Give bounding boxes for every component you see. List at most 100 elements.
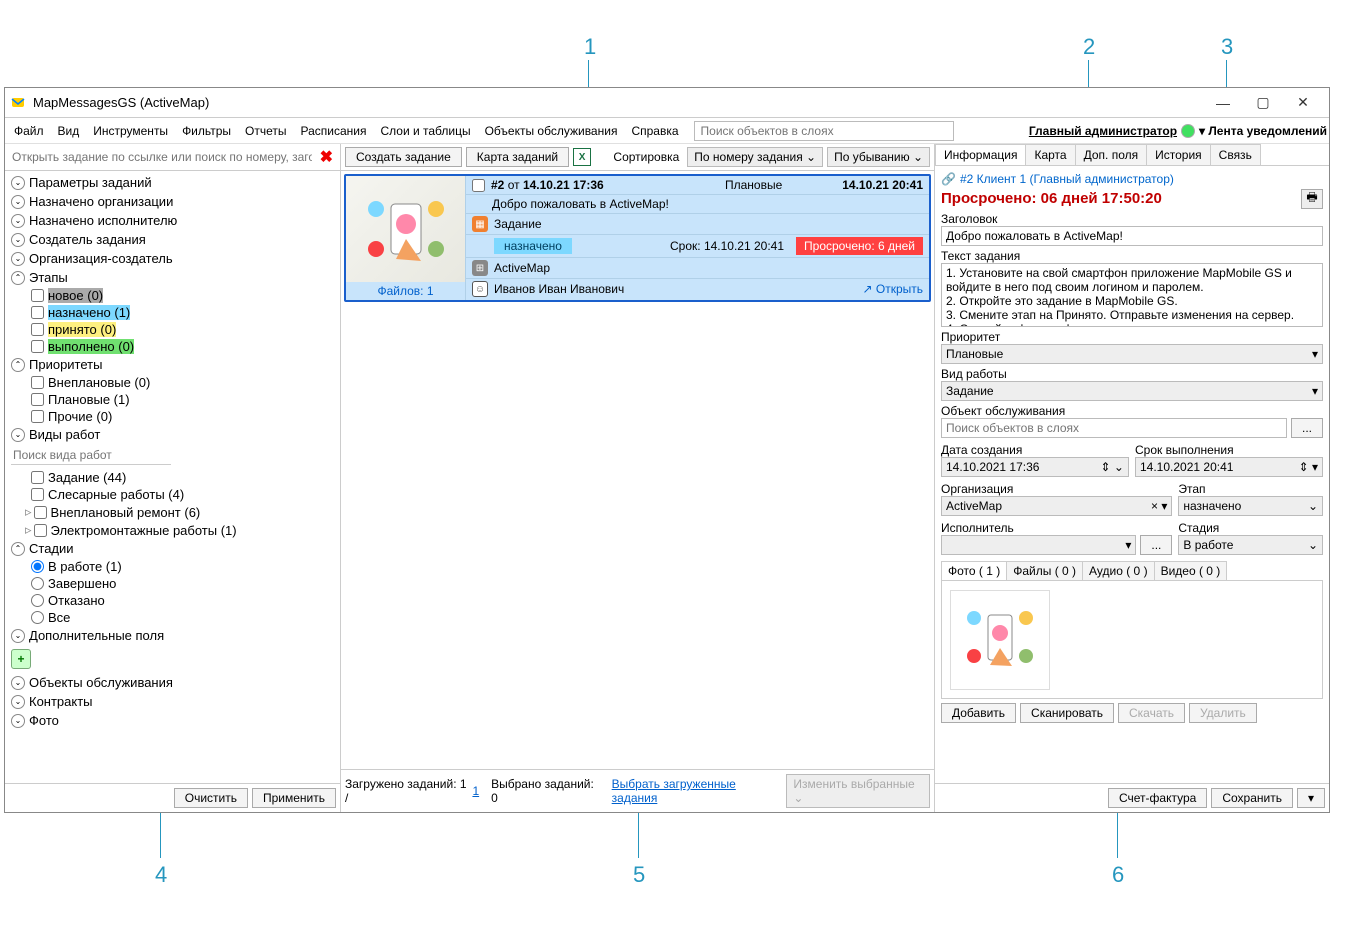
apply-filters-button[interactable]: Применить (252, 788, 336, 808)
save-dropdown-button[interactable]: ▾ (1297, 788, 1325, 808)
close-button[interactable]: ✕ (1283, 92, 1323, 114)
callout-3: 3 (1221, 34, 1233, 60)
state-working[interactable]: В работе (1) (5, 558, 340, 575)
state-rejected[interactable]: Отказано (5, 592, 340, 609)
minimize-button[interactable]: — (1203, 92, 1243, 114)
stage-assigned[interactable]: назначено (1) (5, 304, 340, 321)
org-dropdown[interactable]: ActiveMap× ▾ (941, 496, 1172, 516)
filter-creator-org[interactable]: ⌄Организация-создатель (5, 249, 340, 268)
save-button[interactable]: Сохранить (1211, 788, 1293, 808)
media-tab-photo[interactable]: Фото ( 1 ) (941, 561, 1007, 580)
filter-service-objects[interactable]: ⌄Объекты обслуживания (5, 673, 340, 692)
stage-dropdown[interactable]: назначено⌄ (1178, 496, 1323, 516)
menu-filters[interactable]: Фильтры (175, 122, 238, 140)
filter-extra-fields[interactable]: ⌄Дополнительные поля (5, 626, 340, 645)
invoice-button[interactable]: Счет-фактура (1108, 788, 1207, 808)
created-field[interactable]: 14.10.2021 17:36⇕ ⌄ (941, 457, 1129, 477)
chevron-up-icon: ⌃ (11, 271, 25, 285)
sort-by-dropdown[interactable]: По номеру задания ⌄ (687, 147, 823, 167)
executor-dropdown[interactable]: ▾ (941, 535, 1136, 555)
priority-dropdown[interactable]: Плановые▾ (941, 344, 1323, 364)
details-panel: Информация Карта Доп. поля История Связь… (935, 144, 1329, 812)
task-map-button[interactable]: Карта заданий (466, 147, 569, 167)
media-area (941, 581, 1323, 699)
menu-help[interactable]: Справка (624, 122, 685, 140)
title-field[interactable] (941, 226, 1323, 246)
stage-new[interactable]: новое (0) (5, 287, 340, 304)
clear-filters-button[interactable]: Очистить (174, 788, 248, 808)
state-finished[interactable]: Завершено (5, 575, 340, 592)
menu-layers[interactable]: Слои и таблицы (373, 122, 477, 140)
work-unplanned-repair[interactable]: ▹Внеплановый ремонт (6) (5, 503, 340, 521)
work-electro[interactable]: ▹Электромонтажные работы (1) (5, 521, 340, 539)
task-link[interactable]: 🔗#2 Клиент 1 (Главный администратор) (941, 170, 1323, 188)
scan-button[interactable]: Сканировать (1020, 703, 1114, 723)
status-indicator-icon (1181, 124, 1195, 138)
tab-extra[interactable]: Доп. поля (1075, 144, 1148, 165)
filter-states[interactable]: ⌃Стадии (5, 539, 340, 558)
delete-button[interactable]: Удалить (1189, 703, 1257, 723)
filter-assigned-org[interactable]: ⌄Назначено организации (5, 192, 340, 211)
menu-service-objects[interactable]: Объекты обслуживания (478, 122, 625, 140)
maximize-button[interactable]: ▢ (1243, 92, 1283, 114)
stage-accepted[interactable]: принято (0) (5, 321, 340, 338)
due-field[interactable]: 14.10.2021 20:41⇕ ▾ (1135, 457, 1323, 477)
filter-work-types[interactable]: ⌄Виды работ (5, 425, 340, 444)
work-plumbing[interactable]: Слесарные работы (4) (5, 486, 340, 503)
callout-6: 6 (1112, 862, 1124, 888)
type-icon: ▦ (472, 216, 488, 232)
tab-link[interactable]: Связь (1210, 144, 1261, 165)
filter-photo[interactable]: ⌄Фото (5, 711, 340, 730)
menu-schedules[interactable]: Расписания (293, 122, 373, 140)
photo-thumbnail[interactable] (950, 590, 1050, 690)
stage-done[interactable]: выполнено (0) (5, 338, 340, 355)
tab-info[interactable]: Информация (935, 144, 1026, 165)
sort-dir-dropdown[interactable]: По убыванию ⌄ (827, 147, 930, 167)
filter-creator[interactable]: ⌄Создатель задания (5, 230, 340, 249)
task-text-field[interactable]: 1. Установите на свой смартфон приложени… (941, 263, 1323, 327)
notifications-toggle[interactable]: ▾ Лента уведомлений (1199, 124, 1327, 138)
filter-assigned-exec[interactable]: ⌄Назначено исполнителю (5, 211, 340, 230)
admin-link[interactable]: Главный администратор (1029, 124, 1177, 138)
type-dropdown[interactable]: Задание▾ (941, 381, 1323, 401)
media-tab-audio[interactable]: Аудио ( 0 ) (1082, 561, 1155, 580)
tab-history[interactable]: История (1146, 144, 1211, 165)
menu-reports[interactable]: Отчеты (238, 122, 293, 140)
create-task-button[interactable]: Создать задание (345, 147, 462, 167)
priority-other[interactable]: Прочие (0) (5, 408, 340, 425)
service-search[interactable] (941, 418, 1287, 438)
media-tab-video[interactable]: Видео ( 0 ) (1154, 561, 1228, 580)
total-link[interactable]: 1 (472, 784, 479, 798)
select-loaded-link[interactable]: Выбрать загруженные задания (612, 777, 779, 805)
task-search-input[interactable] (8, 148, 316, 166)
change-selected-dropdown[interactable]: Изменить выбранные ⌄ (786, 774, 930, 808)
menu-tools[interactable]: Инструменты (86, 122, 175, 140)
filter-task-params[interactable]: ⌄Параметры заданий (5, 173, 340, 192)
state-all[interactable]: Все (5, 609, 340, 626)
menu-view[interactable]: Вид (51, 122, 87, 140)
open-task-link[interactable]: ↗ Открыть (862, 282, 923, 296)
filter-contracts[interactable]: ⌄Контракты (5, 692, 340, 711)
executor-browse-button[interactable]: ... (1140, 535, 1172, 555)
callout-5: 5 (633, 862, 645, 888)
work-task[interactable]: Задание (44) (5, 469, 340, 486)
work-type-search[interactable] (11, 446, 171, 465)
media-tab-files[interactable]: Файлы ( 0 ) (1006, 561, 1083, 580)
filter-stages[interactable]: ⌃Этапы (5, 268, 340, 287)
priority-unplanned[interactable]: Внеплановые (0) (5, 374, 340, 391)
download-button[interactable]: Скачать (1118, 703, 1185, 723)
add-filter-button[interactable]: + (11, 649, 31, 669)
clear-search-icon[interactable]: ✖ (316, 147, 337, 167)
task-checkbox[interactable] (472, 179, 485, 192)
layer-search-input[interactable] (694, 121, 954, 141)
add-media-button[interactable]: Добавить (941, 703, 1016, 723)
task-card[interactable]: Файлов: 1 #2 от 14.10.21 17:36 Плановые … (344, 174, 931, 302)
print-button[interactable]: 🖶 (1301, 189, 1323, 209)
tab-map[interactable]: Карта (1025, 144, 1075, 165)
menu-file[interactable]: Файл (7, 122, 51, 140)
filter-priorities[interactable]: ⌃Приоритеты (5, 355, 340, 374)
priority-planned[interactable]: Плановые (1) (5, 391, 340, 408)
excel-export-icon[interactable]: X (573, 148, 591, 166)
state-dropdown[interactable]: В работе⌄ (1178, 535, 1323, 555)
service-browse-button[interactable]: ... (1291, 418, 1323, 438)
